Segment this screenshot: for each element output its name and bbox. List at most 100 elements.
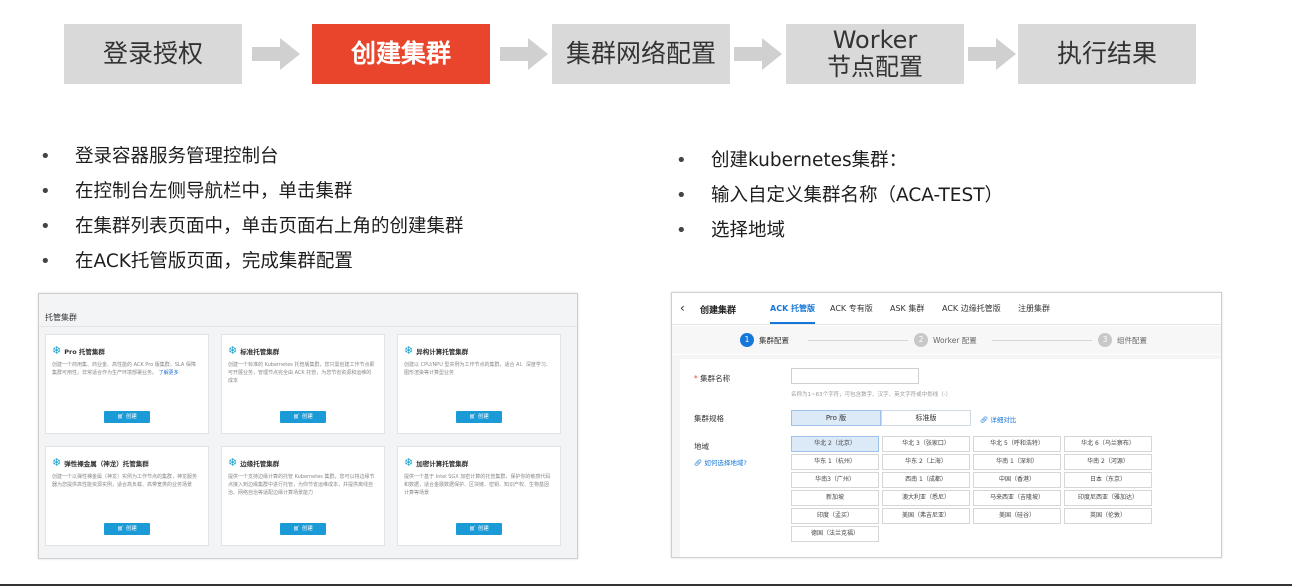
create-button[interactable]: 🛒︎ 创建 [280, 523, 326, 535]
bullet-icon: • [676, 220, 687, 241]
region-option[interactable]: 英国（伦敦） [1064, 508, 1152, 524]
region-option[interactable]: 华南 1（深圳） [973, 454, 1061, 470]
instruction-item: • 在ACK托管版页面，完成集群配置 [40, 249, 464, 284]
cluster-name-label: * 集群名称 [694, 373, 730, 384]
region-option[interactable]: 德国（法兰克福） [791, 526, 879, 542]
create-icon: 🛒︎ [117, 526, 126, 532]
card-description: 创建一个标准的 Kubernetes 托管版集群，您只需创建工作节点即可开展业务… [228, 362, 375, 384]
bullet-icon: • [676, 185, 687, 206]
region-option[interactable]: 华北 5（呼和浩特） [973, 436, 1061, 452]
region-option[interactable]: 印度（孟买） [791, 508, 879, 524]
create-button[interactable]: 🛒︎ 创建 [104, 523, 150, 535]
chevron-left-icon[interactable]: ‹ [680, 301, 685, 315]
instruction-text: 选择地域 [711, 220, 786, 241]
create-icon: 🛒︎ [293, 414, 302, 420]
step-label: Worker 配置 [933, 335, 977, 345]
bullet-icon: • [40, 146, 51, 167]
create-button-label: 创建 [125, 414, 137, 420]
region-help-text: 如何选择地域? [704, 459, 747, 467]
bullet-icon: • [40, 251, 51, 272]
instruction-item: • 输入自定义集群名称（ACA-TEST） [676, 183, 1003, 218]
step-label: 组件配置 [1117, 335, 1147, 345]
create-button[interactable]: 🛒︎ 创建 [280, 411, 326, 423]
wizard-step-worker-config: 2 Worker 配置 [914, 333, 977, 347]
region-option[interactable]: 澳大利亚（悉尼） [882, 490, 970, 506]
region-option[interactable]: 华东 1（杭州） [791, 454, 879, 470]
step-label: 创建集群 [350, 39, 451, 68]
tab-ack-managed[interactable]: ACK 托管版 [770, 303, 816, 324]
panel-title: 托管集群 [45, 313, 77, 322]
compare-link[interactable]: 🔗︎ 详细对比 [980, 414, 1016, 424]
arrow-right-icon [500, 38, 548, 70]
create-button-label: 创建 [301, 414, 313, 420]
region-option[interactable]: 新加坡 [791, 490, 879, 506]
wizard-step-component-config: 3 组件配置 [1098, 333, 1147, 347]
create-icon: 🛒︎ [469, 414, 478, 420]
create-icon: 🛒︎ [293, 526, 302, 532]
step-label: 集群网络配置 [565, 39, 716, 68]
tab-ask[interactable]: ASK 集群 [890, 303, 924, 314]
step-connector [808, 340, 908, 341]
wizard-steps: 1 集群配置 2 Worker 配置 3 组件配置 [672, 326, 1221, 354]
step-result: 执行结果 [1018, 24, 1196, 84]
card-header: ❄ Pro 托管集群 [52, 345, 105, 356]
instruction-item: • 选择地域 [676, 218, 1003, 253]
compare-link-text: 详细对比 [990, 416, 1017, 424]
step-label: 执行结果 [1056, 39, 1157, 68]
region-option[interactable]: 华北 6（乌兰察布） [1064, 436, 1152, 452]
region-option[interactable]: 华北 3（张家口） [882, 436, 970, 452]
create-icon: 🛒︎ [469, 526, 478, 532]
learn-more-link[interactable]: 了解更多 [159, 370, 179, 376]
link-icon: 🔗︎ [694, 459, 705, 467]
snowflake-icon: ❄ [228, 456, 238, 469]
instruction-text: 创建kubernetes集群： [711, 150, 908, 171]
wizard-step-cluster-config: 1 集群配置 [740, 333, 789, 347]
create-button[interactable]: 🛒︎ 创建 [456, 411, 502, 423]
left-instructions: • 登录容器服务管理控制台 • 在控制台左侧导航栏中，单击集群 • 在集群列表页面中，… [40, 144, 464, 284]
step-number: 1 [740, 333, 754, 347]
region-option[interactable]: 华南3（广州） [791, 472, 879, 488]
region-option[interactable]: 美国（硅谷） [973, 508, 1061, 524]
instruction-item: • 登录容器服务管理控制台 [40, 144, 464, 179]
create-button-label: 创建 [125, 526, 137, 532]
required-mark: * [694, 374, 698, 383]
step-login-auth: 登录授权 [64, 24, 242, 84]
region-option[interactable]: 华南 2（河源） [1064, 454, 1152, 470]
step-label: 集群配置 [759, 335, 789, 345]
snowflake-icon: ❄ [228, 344, 238, 357]
link-icon: 🔗︎ [980, 416, 991, 424]
step-number: 3 [1098, 333, 1112, 347]
cluster-name-hint: 名称为1~63个字符，可包含数字、汉字、英文字符或中划线（-） [791, 392, 952, 398]
create-button[interactable]: 🛒︎ 创建 [456, 523, 502, 535]
region-option[interactable]: 西南 1（成都） [882, 472, 970, 488]
cluster-card-standard: ❄ 标准托管集群 创建一个标准的 Kubernetes 托管版集群，您只需创建工作… [221, 334, 385, 434]
spec-option-pro[interactable]: Pro 版 [791, 410, 881, 426]
tab-register-cluster[interactable]: 注册集群 [1018, 303, 1050, 314]
step-cluster-network: 集群网络配置 [552, 24, 730, 84]
divider [0, 584, 1292, 586]
region-option[interactable]: 华东 2（上海） [882, 454, 970, 470]
spec-option-standard[interactable]: 标准版 [881, 410, 971, 426]
region-option[interactable]: 华北 2（北京） [791, 436, 879, 452]
region-option[interactable]: 日本（东京） [1064, 472, 1152, 488]
region-option[interactable]: 马来西亚（吉隆坡） [973, 490, 1061, 506]
tab-ack-dedicated[interactable]: ACK 专有版 [830, 303, 873, 314]
region-help-link[interactable]: 🔗︎ 如何选择地域? [694, 457, 747, 467]
create-button-label: 创建 [301, 526, 313, 532]
cluster-config-form: * 集群名称 名称为1~63个字符，可包含数字、汉字、英文字符或中划线（-） 集… [680, 359, 1221, 557]
create-button[interactable]: 🛒︎ 创建 [104, 411, 150, 423]
step-connector [992, 340, 1092, 341]
region-option[interactable]: 印度尼西亚（雅加达） [1064, 490, 1152, 506]
step-label: 登录授权 [102, 39, 203, 68]
region-option[interactable]: 中国（香港） [973, 472, 1061, 488]
region-option[interactable]: 美国（弗吉尼亚） [882, 508, 970, 524]
card-title: 异构计算托管集群 [416, 347, 469, 356]
card-description: 提供一个支持边缘计算的托管 Kubernetes 集群，您可以将边缘节点接入到边… [228, 474, 375, 496]
cluster-name-input[interactable] [791, 368, 919, 384]
tab-ack-edge[interactable]: ACK 边缘托管版 [942, 303, 1001, 314]
snowflake-icon: ❄ [52, 344, 62, 357]
card-title: 弹性裸金属（神龙）托管集群 [64, 459, 149, 468]
snowflake-icon: ❄ [404, 344, 414, 357]
instruction-item: • 在集群列表页面中，单击页面右上角的创建集群 [40, 214, 464, 249]
instruction-item: • 创建kubernetes集群： [676, 148, 1003, 183]
